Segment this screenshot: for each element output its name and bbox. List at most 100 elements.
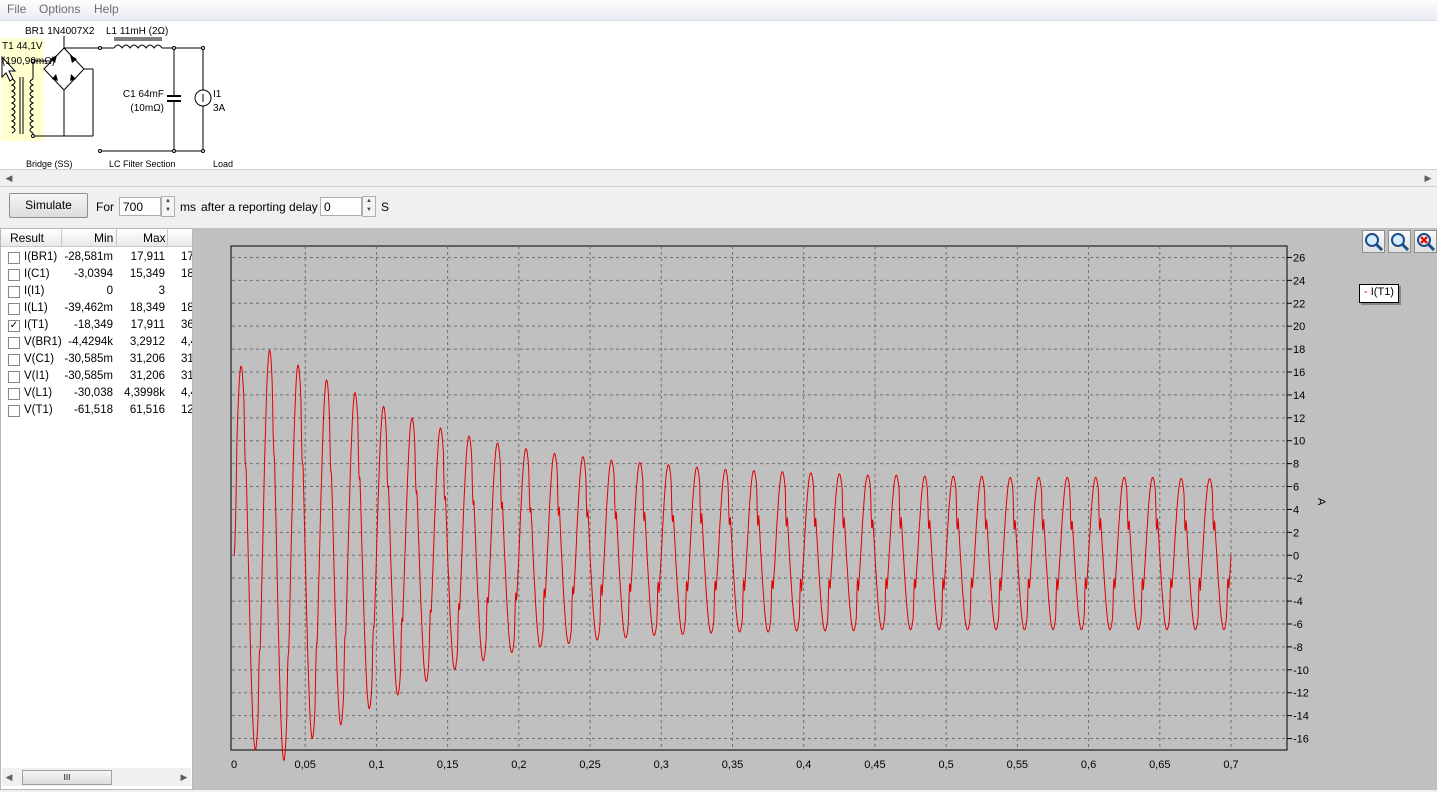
i1-label: I1 <box>213 89 222 100</box>
zoom-out-button[interactable] <box>1388 230 1411 253</box>
capacitor-symbol <box>167 48 181 151</box>
result-name: I(I1) <box>24 285 45 297</box>
result-name: I(C1) <box>24 268 50 280</box>
scroll-right-arrow-icon[interactable]: ▶ <box>1421 171 1435 185</box>
zoom-in-button[interactable] <box>1362 230 1385 253</box>
result-min: -18,349 <box>73 319 113 331</box>
result-row[interactable]: V(C1) -30,585m 31,206 31 <box>1 351 192 368</box>
zoom-out-icon <box>1391 233 1410 252</box>
result-min: -4,4294k <box>68 336 113 348</box>
result-checkbox[interactable] <box>8 286 20 298</box>
menu-file[interactable]: File <box>7 2 26 16</box>
br1-label: BR1 1N4007X2 <box>25 26 95 37</box>
delay-label: after a reporting delay of <box>201 200 332 214</box>
header-result[interactable]: Result <box>10 231 44 245</box>
result-min: -28,581m <box>64 251 113 263</box>
header-min[interactable]: Min <box>94 231 113 245</box>
result-min: -30,585m <box>64 370 113 382</box>
spin-up-icon: ▲ <box>366 198 372 204</box>
ms-label: ms <box>180 200 196 214</box>
result-checkbox[interactable]: ✓ <box>8 320 20 332</box>
delay-spinner[interactable]: ▲ ▼ <box>362 196 376 217</box>
delay-input[interactable] <box>320 197 362 216</box>
result-checkbox[interactable] <box>8 371 20 383</box>
result-name: V(I1) <box>24 370 49 382</box>
t1-sublabel: (190,90mΩ) <box>2 56 55 67</box>
result-min: 0 <box>106 285 113 297</box>
header-max[interactable]: Max <box>143 231 166 245</box>
result-checkbox[interactable] <box>8 303 20 315</box>
plot-area <box>193 228 1437 790</box>
menu-help[interactable]: Help <box>94 2 119 16</box>
section-bridge-label: Bridge (SS) <box>26 159 73 169</box>
t1-label: T1 44,1V <box>2 41 43 52</box>
spin-up-icon: ▲ <box>165 198 171 204</box>
result-extra: 36 <box>181 319 193 331</box>
inductor-symbol <box>100 37 203 49</box>
result-extra: 17 <box>181 251 193 263</box>
result-max: 61,516 <box>129 404 165 416</box>
legend-dash: - <box>1364 286 1368 298</box>
result-min: -39,462m <box>64 302 113 314</box>
scroll-thumb[interactable]: III <box>22 770 112 785</box>
result-row[interactable]: V(T1) -61,518 61,516 12 <box>1 402 193 419</box>
result-extra: 4,4 <box>181 336 192 348</box>
result-max: 3,2912 <box>129 336 165 348</box>
result-checkbox[interactable] <box>8 405 20 417</box>
menu-options[interactable]: Options <box>39 2 80 16</box>
duration-input[interactable] <box>119 197 161 216</box>
result-row[interactable]: ✓ I(T1) -18,349 17,911 36 <box>1 317 193 334</box>
scroll-right-arrow-icon[interactable]: ▶ <box>177 770 191 784</box>
simulation-toolbar: Simulate For ▲▼ ms after a reporting del… <box>0 187 1437 227</box>
results-hscroll[interactable]: ◀ III ▶ <box>2 768 191 786</box>
result-min: -30,585m <box>64 353 113 365</box>
circuit-diagram: BR1 1N4007X2 L1 11mH (2Ω) T1 44,1V (190,… <box>1 26 233 169</box>
result-row[interactable]: I(C1) -3,0394 15,349 18 <box>1 266 192 283</box>
result-checkbox[interactable] <box>8 337 20 349</box>
zoom-reset-button[interactable] <box>1414 230 1437 253</box>
result-max: 31,206 <box>129 370 165 382</box>
result-max: 18,349 <box>129 302 165 314</box>
section-lc-label: LC Filter Section <box>109 159 176 169</box>
result-name: V(L1) <box>24 387 53 399</box>
results-list: Result Min Max I(BR1) -28,581m 17,911 17 I(C… <box>0 228 193 790</box>
i1-sublabel: 3A <box>213 103 226 114</box>
result-name: V(BR1) <box>24 336 62 348</box>
result-row[interactable]: V(BR1) -4,4294k 3,2912 4,4 <box>1 334 192 351</box>
spin-down-icon: ▼ <box>165 207 171 213</box>
schematic-hscroll[interactable]: ◀ ▶ <box>0 169 1437 187</box>
result-min: -61,518 <box>73 404 113 416</box>
result-checkbox[interactable] <box>8 354 20 366</box>
result-name: V(C1) <box>24 353 55 365</box>
result-min: -30,038 <box>73 387 113 399</box>
zoom-reset-icon <box>1417 233 1436 252</box>
result-row[interactable]: V(I1) -30,585m 31,206 31 <box>1 368 192 385</box>
result-max: 3 <box>158 285 165 297</box>
spin-down-icon: ▼ <box>366 207 372 213</box>
result-checkbox[interactable] <box>8 388 20 400</box>
result-row[interactable]: I(L1) -39,462m 18,349 18 <box>1 300 193 317</box>
result-row[interactable]: I(BR1) -28,581m 17,911 17 <box>1 249 193 266</box>
result-max: 4,3998k <box>124 387 165 399</box>
connection-nodes <box>31 46 205 153</box>
scroll-left-arrow-icon[interactable]: ◀ <box>2 171 16 185</box>
results-header: Result Min Max <box>1 229 192 247</box>
duration-spinner[interactable]: ▲ ▼ <box>161 196 175 217</box>
result-extra: 18 <box>181 302 193 314</box>
result-checkbox[interactable] <box>8 269 20 281</box>
simulate-button[interactable]: Simulate <box>9 193 88 218</box>
l1-label: L1 11mH (2Ω) <box>106 26 168 37</box>
result-row[interactable]: I(I1) 0 3 <box>1 283 192 300</box>
c1-label: C1 64mF <box>123 89 164 100</box>
result-row[interactable]: V(L1) -30,038 4,3998k 4,4 <box>1 385 192 402</box>
legend-entry: I(T1) <box>1370 286 1394 298</box>
s-label: S <box>381 200 390 214</box>
schematic-canvas[interactable]: BR1 1N4007X2 L1 11mH (2Ω) T1 44,1V (190,… <box>0 21 1437 169</box>
result-name: V(T1) <box>24 404 53 416</box>
result-extra: 12 <box>181 404 193 416</box>
for-label: For <box>96 200 114 214</box>
c1-sublabel: (10mΩ) <box>130 103 164 114</box>
result-checkbox[interactable] <box>8 252 20 264</box>
scroll-left-arrow-icon[interactable]: ◀ <box>2 770 16 784</box>
result-name: I(T1) <box>24 319 49 331</box>
